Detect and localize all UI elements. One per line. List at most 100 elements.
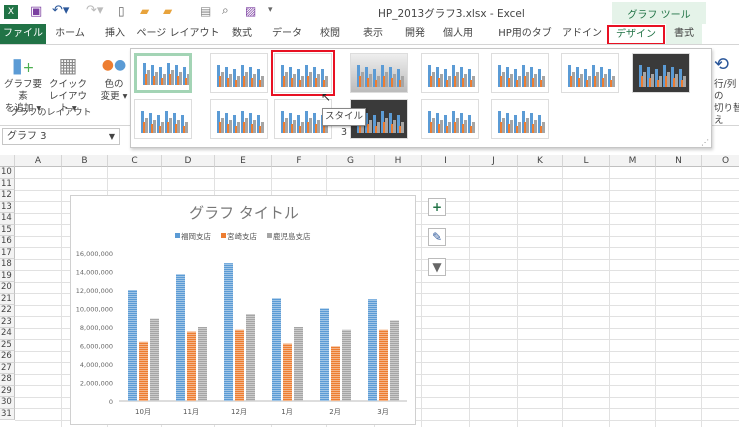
change-colors-button[interactable]: ●● 色の 変更 ▾ (98, 51, 130, 103)
tab-formulas[interactable]: 数式 (232, 24, 252, 44)
folder-icon[interactable]: ▰ (163, 4, 172, 18)
row-header[interactable]: 14 (0, 213, 15, 225)
row-header[interactable]: 30 (0, 397, 15, 409)
column-header[interactable]: A (15, 155, 62, 167)
row-header[interactable]: 20 (0, 282, 15, 294)
row-header[interactable]: 10 (0, 167, 15, 179)
row-header[interactable]: 26 (0, 351, 15, 363)
tab-view[interactable]: 表示 (363, 24, 383, 44)
chart-style-thumbnail[interactable] (421, 53, 479, 93)
grid-line (655, 167, 656, 427)
chart-style-thumbnail[interactable] (632, 53, 690, 93)
column-header[interactable]: N (656, 155, 702, 167)
select-all-corner[interactable] (0, 155, 15, 167)
chart-style-thumbnail[interactable] (134, 99, 192, 139)
column-header[interactable]: L (563, 155, 610, 167)
bar-0 (368, 299, 377, 401)
tab-home[interactable]: ホーム (55, 24, 85, 44)
chart-style-thumbnail[interactable] (491, 99, 549, 139)
row-header[interactable]: 21 (0, 293, 15, 305)
row-header[interactable]: 22 (0, 305, 15, 317)
chart-filter-button[interactable]: ▼ (428, 258, 446, 276)
chart-styles-button[interactable]: ✎ (428, 228, 446, 246)
column-header[interactable]: M (610, 155, 656, 167)
tab-insert[interactable]: 挿入 (105, 24, 125, 44)
column-header[interactable]: H (375, 155, 422, 167)
row-header[interactable]: 19 (0, 270, 15, 282)
thumbnail-bar (604, 74, 607, 87)
y-tick-label: 12,000,000 (76, 287, 113, 295)
open-folder-icon[interactable]: ▰ (140, 4, 149, 18)
row-header[interactable]: 15 (0, 224, 15, 236)
chart-style-thumbnail[interactable] (561, 53, 619, 93)
column-header[interactable]: E (215, 155, 272, 167)
thumbnail-bar (185, 122, 188, 133)
row-header[interactable]: 16 (0, 236, 15, 248)
chart-style-thumbnail[interactable] (210, 53, 268, 93)
column-header[interactable]: G (327, 155, 375, 167)
quick-layout-button[interactable]: ▦ クイック レイアウト ▾ (46, 51, 90, 115)
chart-style-thumbnail[interactable] (421, 99, 479, 139)
window-title: HP_2013グラフ3.xlsx - Excel (378, 8, 525, 20)
row-header[interactable]: 23 (0, 316, 15, 328)
chart-style-thumbnail[interactable] (134, 53, 192, 93)
row-header[interactable]: 12 (0, 190, 15, 202)
undo-icon[interactable]: ↶▾ (52, 3, 69, 18)
thumbnail-bar (440, 120, 443, 133)
tab-hp[interactable]: HP用のタブ (498, 24, 552, 44)
column-header[interactable]: F (272, 155, 327, 167)
row-header[interactable]: 31 (0, 408, 15, 420)
tab-format[interactable]: 書式 (666, 24, 702, 44)
row-header[interactable]: 29 (0, 385, 15, 397)
tab-file[interactable]: ファイル (0, 24, 46, 44)
row-header[interactable]: 25 (0, 339, 15, 351)
chart-elements-button[interactable]: + (428, 198, 446, 216)
chart-style-thumbnail[interactable] (491, 53, 549, 93)
resize-handle-icon[interactable]: ⋰ (701, 138, 709, 147)
chart-style-thumbnail[interactable] (350, 53, 408, 93)
chevron-down-icon[interactable]: ▼ (109, 129, 115, 144)
tab-review[interactable]: 校閲 (320, 24, 340, 44)
tab-data[interactable]: データ (272, 24, 302, 44)
y-tick-label: 16,000,000 (76, 250, 113, 258)
row-header[interactable]: 17 (0, 247, 15, 259)
row-header[interactable]: 27 (0, 362, 15, 374)
switch-row-column-button[interactable]: ⟲ 行/列の 切り替え (714, 51, 739, 127)
row-header[interactable]: 13 (0, 201, 15, 213)
column-header[interactable]: O (702, 155, 739, 167)
tab-design[interactable]: デザイン (607, 25, 665, 45)
customize-qat-icon[interactable]: ▾ (268, 5, 273, 15)
clipboard-icon[interactable]: ▤ (200, 4, 211, 18)
tab-personal[interactable]: 個人用 (443, 24, 473, 44)
tab-addins[interactable]: アドイン (562, 24, 602, 44)
save-icon[interactable]: ▣ (30, 4, 42, 19)
chart-style-thumbnail[interactable] (210, 99, 268, 139)
tab-page-layout[interactable]: ページ レイアウト (137, 24, 220, 44)
format-icon[interactable]: ▨ (245, 4, 256, 18)
print-preview-icon[interactable]: ⌕ (222, 3, 229, 18)
column-header[interactable]: I (422, 155, 470, 167)
chart[interactable]: グラフ タイトル 福岡支店 宮崎支店 鹿児島支店 0 2,000,000 4,000,000… (70, 195, 416, 425)
x-tick-label: 1月 (281, 408, 292, 416)
bar-1 (331, 346, 340, 401)
column-header[interactable]: D (162, 155, 215, 167)
legend-swatch (221, 233, 226, 238)
new-file-icon[interactable]: ▯ (118, 4, 125, 18)
row-header[interactable]: 28 (0, 374, 15, 386)
grid-line (517, 167, 518, 427)
row-header[interactable]: 18 (0, 259, 15, 271)
row-header[interactable]: 11 (0, 178, 15, 190)
column-header[interactable]: B (62, 155, 108, 167)
column-header[interactable]: K (518, 155, 563, 167)
redo-icon[interactable]: ↷▾ (86, 3, 103, 18)
thumbnail-bar (542, 76, 545, 87)
chart-style-thumbnail[interactable] (271, 50, 335, 96)
x-tick-label: 3月 (377, 408, 388, 416)
add-chart-element-button[interactable]: ▮+ グラフ要素 を追加 ▾ (2, 51, 44, 115)
row-header[interactable]: 24 (0, 328, 15, 340)
column-header[interactable]: J (470, 155, 518, 167)
tab-developer[interactable]: 開発 (405, 24, 425, 44)
column-header[interactable]: C (108, 155, 162, 167)
color-palette-icon: ●● (101, 57, 127, 73)
name-box[interactable]: グラフ 3 ▼ (2, 128, 120, 145)
